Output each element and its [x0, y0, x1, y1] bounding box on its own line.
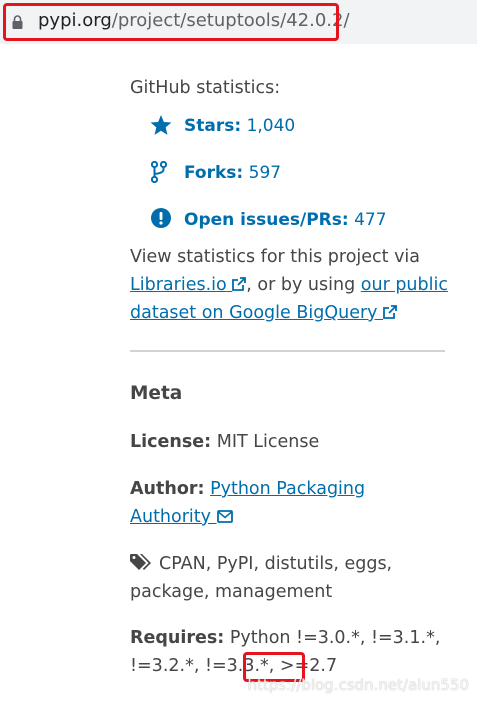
stars-value: 1,040 — [246, 116, 296, 136]
alert-icon — [151, 208, 171, 228]
browser-address-bar[interactable]: pypi.org/project/setuptools/42.0.2/ — [0, 0, 477, 44]
author-label: Author: — [130, 479, 205, 499]
bigquery-link[interactable]: dataset on Google BigQuery — [130, 303, 398, 323]
url-highlight-box — [3, 3, 339, 41]
requires-label: Requires: — [130, 628, 225, 648]
keywords-line-2: package, management — [130, 582, 333, 602]
tags-icon — [130, 554, 151, 570]
forks-label: Forks: — [184, 163, 244, 183]
author-link-part-1[interactable]: Python Packaging — [210, 479, 365, 499]
stats-description-line-3: dataset on Google BigQuery — [130, 299, 398, 327]
bigquery-link-label: dataset on Google BigQuery — [130, 303, 378, 323]
open-issues-value: 477 — [354, 210, 387, 230]
star-icon — [150, 115, 172, 135]
requires-value-line-1: Python !=3.0.*, !=3.1.*, — [229, 628, 441, 648]
author-link-label: Authority — [130, 507, 211, 527]
keywords-line-1: CPAN, PyPI, distutils, eggs, — [159, 554, 393, 574]
libraries-io-label: Libraries.io — [130, 275, 227, 295]
bigquery-link-part-1[interactable]: our public — [361, 275, 448, 295]
forks-value: 597 — [248, 163, 282, 183]
mail-icon — [216, 510, 233, 523]
fork-icon — [151, 161, 167, 183]
section-divider — [130, 350, 445, 352]
external-link-icon — [383, 305, 398, 319]
author-row: Author: Python Packaging — [130, 475, 365, 503]
stats-description-line-2: Libraries.io , or by using our public — [130, 271, 448, 299]
license-value: MIT License — [216, 432, 320, 452]
watermark: https://blog.csdn.net/alun550 — [247, 676, 469, 694]
forks-link[interactable]: Forks: 597 — [184, 163, 281, 183]
github-stats-heading: GitHub statistics: — [130, 78, 281, 98]
stars-link[interactable]: Stars: 1,040 — [184, 116, 295, 136]
stars-label: Stars: — [184, 116, 242, 136]
stats-description-line-1: View statistics for this project via — [130, 247, 421, 267]
libraries-io-link[interactable]: Libraries.io — [130, 275, 247, 295]
external-link-icon — [232, 277, 247, 291]
open-issues-link[interactable]: Open issues/PRs: 477 — [184, 210, 387, 230]
requires-row: Requires: Python !=3.0.*, !=3.1.*, — [130, 624, 440, 652]
author-row-line-2: Authority — [130, 503, 233, 531]
meta-heading: Meta — [130, 383, 183, 404]
author-link[interactable]: Authority — [130, 507, 233, 527]
license-label: License: — [130, 432, 212, 452]
license-row: License: MIT License — [130, 428, 319, 456]
stats-description-middle: , or by using — [246, 275, 356, 295]
open-issues-label: Open issues/PRs: — [184, 210, 349, 230]
